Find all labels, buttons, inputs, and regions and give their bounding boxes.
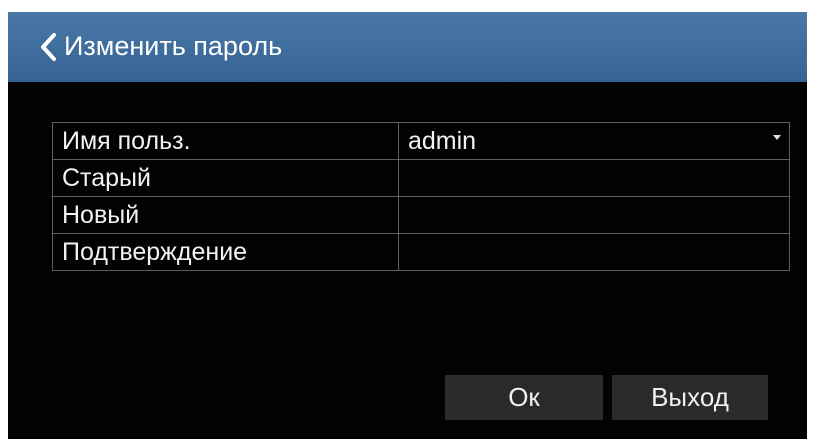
old-password-cell <box>398 159 790 197</box>
ok-button[interactable]: Ок <box>445 375 603 420</box>
new-password-input[interactable] <box>408 199 789 233</box>
username-label: Имя польз. <box>52 122 399 160</box>
new-password-label: Новый <box>52 196 399 234</box>
caret-down-icon <box>773 135 781 140</box>
form-row-confirm-password: Подтверждение <box>52 233 790 271</box>
confirm-password-cell <box>398 233 790 271</box>
dialog-title: Изменить пароль <box>64 31 283 61</box>
confirm-password-input[interactable] <box>408 236 789 270</box>
form-row-old-password: Старый <box>52 159 790 197</box>
exit-button[interactable]: Выход <box>612 375 768 420</box>
new-password-cell <box>398 196 790 234</box>
password-form-table: Имя польз. admin Старый Новый Подтвержде… <box>52 122 790 271</box>
username-value: admin <box>408 127 477 155</box>
back-button[interactable] <box>38 32 60 62</box>
chevron-left-icon <box>41 33 56 61</box>
old-password-label: Старый <box>52 159 399 197</box>
form-row-username: Имя польз. admin <box>52 122 790 160</box>
form-row-new-password: Новый <box>52 196 790 234</box>
confirm-password-label: Подтверждение <box>52 233 399 271</box>
title-bar: Изменить пароль <box>8 12 807 82</box>
old-password-input[interactable] <box>408 162 789 196</box>
username-select[interactable]: admin <box>398 122 790 160</box>
change-password-dialog: Изменить пароль Имя польз. admin Старый … <box>8 12 807 439</box>
